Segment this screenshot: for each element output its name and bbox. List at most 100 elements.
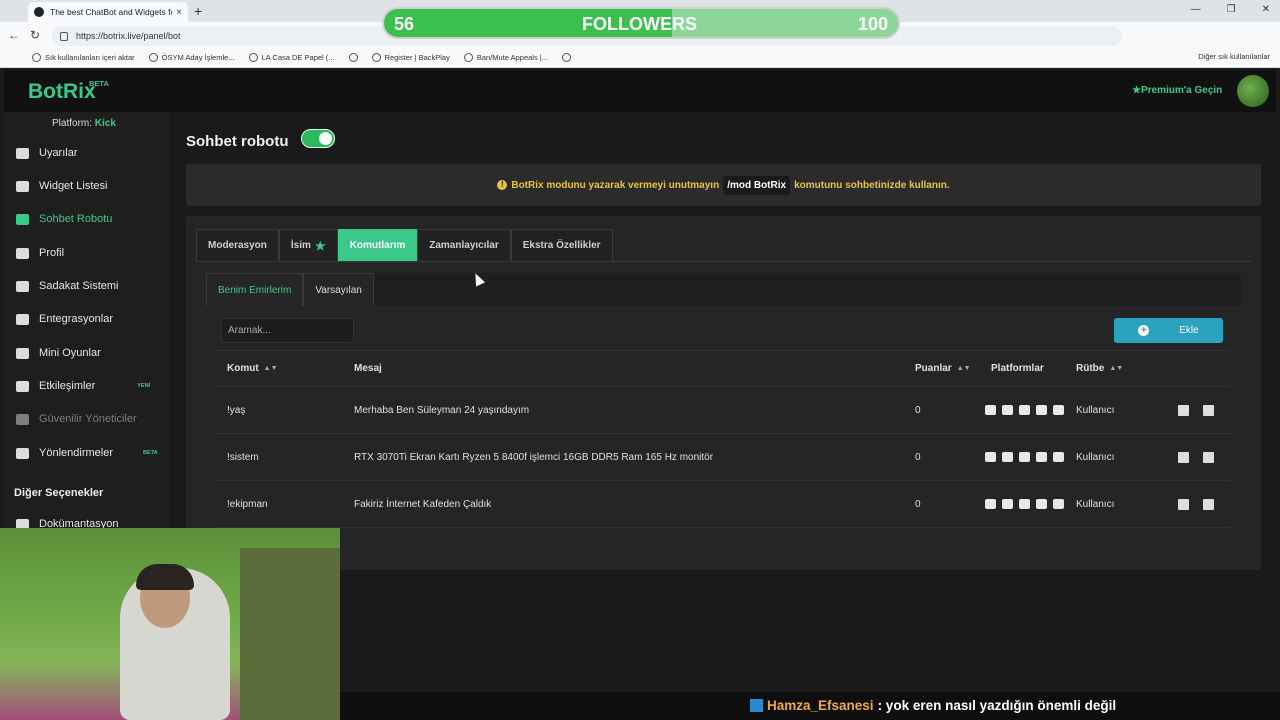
tab-name[interactable]: İsim ★	[278, 229, 338, 261]
header-rank[interactable]: Rütbe ▲▼	[1076, 351, 1123, 386]
sidebar-item-redirects[interactable]: Yönlendirmeler BETA	[16, 447, 158, 459]
bookmark-item[interactable]: LA Casa DE Papel (...	[248, 53, 335, 62]
header-points[interactable]: Puanlar ▲▼	[915, 351, 971, 386]
points-cell: 0	[915, 451, 921, 463]
edit-icon[interactable]	[1178, 481, 1189, 527]
platform-icons	[985, 481, 1064, 527]
header-platforms: Platformlar	[991, 363, 1044, 374]
music-icon	[16, 380, 29, 392]
subtab-my-commands[interactable]: Benim Emirlerim	[206, 273, 304, 306]
sidebar-item-integrations[interactable]: Entegrasyonlar	[16, 313, 113, 325]
warning-icon	[16, 147, 29, 159]
discord-icon	[1036, 405, 1047, 415]
sidebar-item-alerts[interactable]: Uyarılar	[16, 147, 78, 159]
sidebar-item-loyalty[interactable]: Sadakat Sistemi	[16, 280, 118, 292]
table-row: !ekipman Fakiriz İnternet Kafeden Çaldık…	[216, 481, 1230, 528]
beta-badge: BETA	[89, 79, 109, 88]
followers-label: FOLLOWERS	[582, 14, 697, 34]
kick-icon	[985, 452, 996, 462]
edit-icon[interactable]	[1178, 434, 1189, 480]
command-cell: !sistem	[227, 451, 259, 463]
sidebar-item-chatbot[interactable]: Sohbet Robotu	[16, 213, 112, 225]
message-cell: Merhaba Ben Süleyman 24 yaşındayım	[354, 404, 530, 416]
bookmark-item[interactable]	[348, 53, 358, 62]
add-command-button[interactable]: + Ekle	[1114, 318, 1223, 343]
bookmark-icon	[371, 53, 381, 62]
sidebar-item-minigames[interactable]: Mini Oyunlar	[16, 347, 101, 359]
platform-indicator: Platform: Kick	[52, 118, 116, 129]
botrix-logo[interactable]: BotRix	[28, 80, 96, 104]
premium-button[interactable]: ★Premium'a Geçin	[1132, 85, 1222, 96]
bookmark-item[interactable]	[562, 53, 572, 62]
bookmark-item[interactable]: Register | BackPlay	[371, 53, 450, 62]
header-command[interactable]: Komut ▲▼	[227, 351, 278, 386]
sidebar-item-widgets[interactable]: Widget Listesi	[16, 180, 107, 192]
gamepad-icon	[16, 347, 29, 359]
delete-icon[interactable]	[1203, 387, 1214, 433]
delete-icon[interactable]	[1203, 481, 1214, 527]
back-icon[interactable]: ←	[8, 28, 20, 42]
integration-icon	[16, 313, 29, 325]
shield-icon	[16, 413, 29, 425]
bookmark-icon	[463, 53, 473, 62]
close-window-icon[interactable]: ✕	[1262, 4, 1270, 15]
close-tab-icon[interactable]: ×	[176, 7, 182, 18]
message-cell: RTX 3070Ti Ekran Kartı Ryzen 5 8400f işl…	[354, 451, 714, 463]
followers-goal: 100	[857, 14, 888, 34]
youtube-icon	[1019, 499, 1030, 509]
youtube-icon	[1019, 452, 1030, 462]
users-icon	[16, 447, 29, 459]
minimize-icon[interactable]: —	[1191, 4, 1201, 15]
rank-cell: Kullanıcı	[1076, 404, 1115, 416]
sort-icon: ▲▼	[956, 365, 971, 372]
followers-goal-bar: 56 FOLLOWERS 100	[382, 7, 900, 39]
chatbot-toggle[interactable]	[301, 129, 335, 148]
trophy-icon	[16, 280, 29, 292]
tab-moderation[interactable]: Moderasyon	[196, 229, 279, 261]
bookmark-item[interactable]: ÖSYM Aday İşlemle...	[148, 53, 235, 62]
tabs-divider	[196, 261, 1251, 262]
url-text: https://botrix.live/panel/bot	[76, 31, 181, 41]
browser-tab[interactable]: The best ChatBot and Widgets fo ×	[28, 2, 188, 22]
sort-icon: ▲▼	[263, 365, 278, 372]
maximize-icon[interactable]: ❐	[1227, 4, 1236, 15]
id-card-icon	[16, 247, 29, 259]
bookmarks-bar: Sık kullanılanları içeri aktar ÖSYM Aday…	[0, 48, 1280, 68]
chat-text: : yok eren nasıl yazdığın önemli değil	[877, 698, 1117, 713]
delete-icon[interactable]	[1203, 434, 1214, 480]
edit-icon[interactable]	[1178, 387, 1189, 433]
other-bookmarks[interactable]: Diğer sık kullanılanlar	[1198, 52, 1270, 61]
refresh-icon[interactable]: ↻	[30, 28, 40, 42]
page-title: Sohbet robotu	[186, 133, 289, 150]
mod-command: /mod BotRix	[723, 175, 791, 195]
points-cell: 0	[915, 498, 921, 510]
bookmark-item[interactable]: Ban/Mute Appeals |...	[463, 53, 548, 62]
discord-icon	[1036, 452, 1047, 462]
sidebar-item-interactions[interactable]: Etkileşimler YENİ	[16, 380, 150, 392]
table-row: !yaş Merhaba Ben Süleyman 24 yaşındayım …	[216, 387, 1230, 434]
tab-timers[interactable]: Zamanlayıcılar	[417, 229, 511, 261]
kick-icon	[985, 405, 996, 415]
globe-icon	[348, 53, 358, 62]
tab-extra-features[interactable]: Ekstra Özellikler	[510, 229, 613, 261]
new-tab-icon[interactable]: +	[194, 3, 202, 19]
command-cell: !ekipman	[227, 498, 268, 510]
robot-icon	[16, 213, 29, 225]
globe-icon	[562, 53, 572, 62]
sidebar-item-trusted-mods[interactable]: Güvenilir Yöneticiler	[16, 413, 137, 425]
tab-title: The best ChatBot and Widgets fo	[50, 7, 173, 17]
followers-current: 56	[394, 14, 415, 34]
plus-circle-icon: +	[1138, 325, 1150, 336]
webcam-feed	[0, 528, 340, 720]
kick-icon	[985, 499, 996, 509]
platform-icons	[985, 387, 1064, 433]
bookmark-item[interactable]: Sık kullanılanları içeri aktar	[32, 53, 135, 62]
tab-my-commands[interactable]: Komutlarım	[337, 229, 418, 261]
twitch-icon	[1002, 499, 1013, 509]
other-options-heading: Diğer Seçenekler	[14, 487, 104, 499]
botrix-favicon-icon	[34, 7, 44, 17]
subtab-defaults[interactable]: Varsayılan	[303, 273, 374, 306]
sidebar-item-profile[interactable]: Profil	[16, 247, 64, 259]
search-input[interactable]	[221, 318, 354, 343]
avatar[interactable]	[1237, 75, 1269, 107]
